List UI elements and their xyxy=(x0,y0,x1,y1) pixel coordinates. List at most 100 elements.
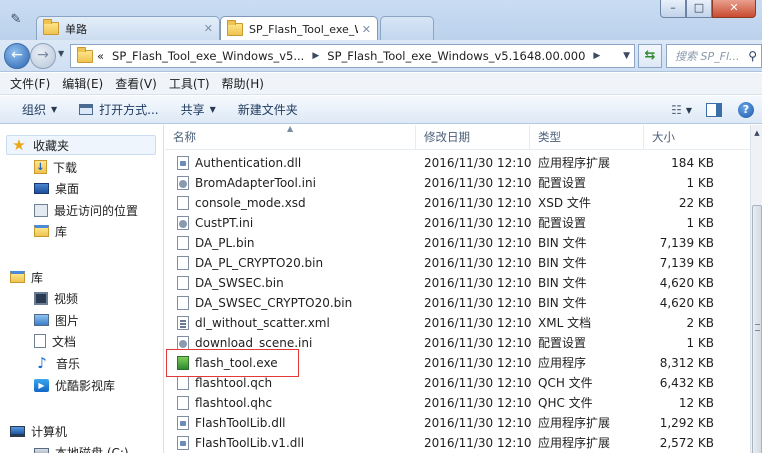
menu-file[interactable]: 文件(F) xyxy=(4,75,56,92)
nav-libraries[interactable]: 库 xyxy=(10,267,43,287)
file-date: 2016/11/30 12:10 xyxy=(424,376,532,390)
file-row[interactable]: CustPT.ini 2016/11/30 12:10 配置设置 1 KB xyxy=(165,213,750,233)
file-row[interactable]: BromAdapterTool.ini 2016/11/30 12:10 配置设置 1… xyxy=(165,173,750,193)
file-date: 2016/11/30 12:10 xyxy=(424,176,532,190)
vertical-scrollbar[interactable]: ▲ xyxy=(750,125,762,453)
minimize-button[interactable]: – xyxy=(660,0,686,18)
nav-youku-library[interactable]: ▶ 优酷影视库 xyxy=(34,375,115,395)
scroll-thumb[interactable] xyxy=(752,205,762,453)
file-name: dl_without_scatter.xml xyxy=(195,316,330,330)
view-options-icon[interactable]: ☷ xyxy=(671,103,682,117)
wrench-icon[interactable]: ✎ xyxy=(8,12,24,28)
refresh-button[interactable]: ⇆ xyxy=(638,44,662,68)
file-date: 2016/11/30 12:10 xyxy=(424,156,532,170)
ini-file-icon xyxy=(177,336,189,350)
nav-music[interactable]: ♪ 音乐 xyxy=(34,353,80,373)
file-row[interactable]: DA_SWSEC_CRYPTO20.bin 2016/11/30 12:10 BIN… xyxy=(165,293,750,313)
file-type: BIN 文件 xyxy=(538,276,587,290)
file-row[interactable]: flashtool.qhc 2016/11/30 12:10 QHC 文件 12 KB xyxy=(165,393,750,413)
close-button[interactable]: ✕ xyxy=(712,0,756,18)
breadcrumb-item[interactable]: SP_Flash_Tool_exe_Windows_v5... xyxy=(112,49,304,63)
nav-label: 优酷影视库 xyxy=(55,378,116,393)
file-row[interactable]: DA_PL_CRYPTO20.bin 2016/11/30 12:10 BIN 文件… xyxy=(165,253,750,273)
recent-places-icon xyxy=(34,203,48,217)
nav-recent-places[interactable]: 最近访问的位置 xyxy=(34,200,138,220)
nav-documents[interactable]: 文档 xyxy=(34,331,76,351)
organize-label: 组织 xyxy=(22,103,47,117)
menu-view[interactable]: 查看(V) xyxy=(109,75,163,92)
ini-file-icon xyxy=(177,176,189,190)
tab-danlu[interactable]: 单路 ✕ xyxy=(36,16,220,40)
file-row[interactable]: DA_PL.bin 2016/11/30 12:10 BIN 文件 7,139 KB xyxy=(165,233,750,253)
column-date-header[interactable]: 修改日期 xyxy=(416,125,530,150)
breadcrumb-item[interactable]: SP_Flash_Tool_exe_Windows_v5.1648.00.000 xyxy=(327,49,585,63)
file-row[interactable]: flash_tool.exe 2016/11/30 12:10 应用程序 8,312 … xyxy=(165,353,750,373)
column-size-header[interactable]: 大小 xyxy=(644,125,750,150)
close-tab-icon[interactable]: ✕ xyxy=(362,23,371,36)
file-type: BIN 文件 xyxy=(538,236,587,250)
tab-sp-flash-tool[interactable]: SP_Flash_Tool_exe_Wind ✕ xyxy=(220,16,378,41)
menu-tools[interactable]: 工具(T) xyxy=(163,75,216,92)
nav-label: 最近访问的位置 xyxy=(54,203,139,218)
preview-pane-icon[interactable] xyxy=(706,103,722,117)
nav-pictures[interactable]: 图片 xyxy=(34,310,79,330)
help-icon[interactable]: ? xyxy=(738,102,754,118)
nav-local-disk[interactable]: 本地磁盘 (C:) xyxy=(34,442,129,453)
file-row[interactable]: FlashToolLib.dll 2016/11/30 12:10 应用程序扩展 1,… xyxy=(165,413,750,433)
file-row[interactable]: flashtool.qch 2016/11/30 12:10 QCH 文件 6,432… xyxy=(165,373,750,393)
search-icon[interactable]: ⚲ xyxy=(748,49,757,63)
nav-downloads[interactable]: ↓ 下载 xyxy=(34,157,77,177)
breadcrumb-separator-icon[interactable]: ▶ xyxy=(312,51,319,61)
new-tab-button[interactable] xyxy=(380,16,434,40)
file-size: 22 KB xyxy=(678,196,714,210)
organize-button[interactable]: 组织 ▼ xyxy=(22,101,57,118)
window-icon xyxy=(79,104,94,115)
file-row[interactable]: FlashToolLib.v1.dll 2016/11/30 12:10 应用程序扩… xyxy=(165,433,750,453)
column-name-header[interactable]: ▲ 名称 xyxy=(165,125,416,150)
menu-edit[interactable]: 编辑(E) xyxy=(56,75,109,92)
breadcrumb-separator-icon[interactable]: ▶ xyxy=(593,51,600,61)
maximize-button[interactable]: □ xyxy=(686,0,712,18)
nav-computer[interactable]: 计算机 xyxy=(10,421,67,441)
open-with-button[interactable]: 打开方式... xyxy=(79,101,159,118)
file-size: 1 KB xyxy=(686,216,714,230)
file-name: download_scene.ini xyxy=(195,336,313,350)
downloads-folder-icon: ↓ xyxy=(34,160,47,174)
ini-file-icon xyxy=(177,216,189,230)
file-row[interactable]: Authentication.dll 2016/11/30 12:10 应用程序扩展… xyxy=(165,153,750,173)
file-name: Authentication.dll xyxy=(195,156,302,170)
title-bar: ✎ 单路 ✕ SP_Flash_Tool_exe_Wind ✕ – □ ✕ xyxy=(0,0,762,41)
scroll-up-arrow-icon[interactable]: ▲ xyxy=(751,127,762,139)
breadcrumb-overflow[interactable]: « xyxy=(97,49,104,63)
forward-button[interactable]: → xyxy=(30,43,56,69)
file-row[interactable]: download_scene.ini 2016/11/30 12:10 配置设置 1 … xyxy=(165,333,750,353)
address-input[interactable]: « SP_Flash_Tool_exe_Windows_v5... ▶ SP_F… xyxy=(70,44,635,68)
nav-desktop[interactable]: 桌面 xyxy=(34,178,79,198)
new-folder-button[interactable]: 新建文件夹 xyxy=(238,101,298,118)
address-bar: ← → ▼ « SP_Flash_Tool_exe_Windows_v5... … xyxy=(0,40,762,72)
column-type-header[interactable]: 类型 xyxy=(530,125,644,150)
file-file-icon xyxy=(177,376,189,390)
close-tab-icon[interactable]: ✕ xyxy=(204,22,213,35)
file-size: 1 KB xyxy=(686,176,714,190)
recent-pages-dropdown-icon[interactable]: ▼ xyxy=(58,49,64,58)
nav-videos[interactable]: 视频 xyxy=(34,288,78,308)
command-bar: 组织 ▼ 打开方式... 共享 ▼ 新建文件夹 ☷ ▼ ? xyxy=(0,96,762,124)
nav-label: 收藏夹 xyxy=(33,138,70,153)
file-row[interactable]: console_mode.xsd 2016/11/30 12:10 XSD 文件 22… xyxy=(165,193,750,213)
nav-favorites[interactable]: ★ 收藏夹 xyxy=(6,135,156,155)
menu-help[interactable]: 帮助(H) xyxy=(216,75,270,92)
search-input[interactable]: 搜索 SP_Fl... ⚲ xyxy=(666,44,762,68)
back-button[interactable]: ← xyxy=(4,43,30,69)
file-size: 4,620 KB xyxy=(659,276,714,290)
nav-library-shortcut[interactable]: 库 xyxy=(34,221,67,241)
file-row[interactable]: DA_SWSEC.bin 2016/11/30 12:10 BIN 文件 4,620 … xyxy=(165,273,750,293)
share-button[interactable]: 共享 ▼ xyxy=(181,101,216,118)
dll-file-icon xyxy=(177,436,189,450)
xml-file-icon xyxy=(177,316,189,330)
file-date: 2016/11/30 12:10 xyxy=(424,336,532,350)
file-row[interactable]: dl_without_scatter.xml 2016/11/30 12:10 XM… xyxy=(165,313,750,333)
nav-label: 库 xyxy=(55,224,68,239)
chevron-down-icon[interactable]: ▼ xyxy=(686,106,692,115)
address-dropdown-icon[interactable]: ▼ xyxy=(623,51,630,61)
